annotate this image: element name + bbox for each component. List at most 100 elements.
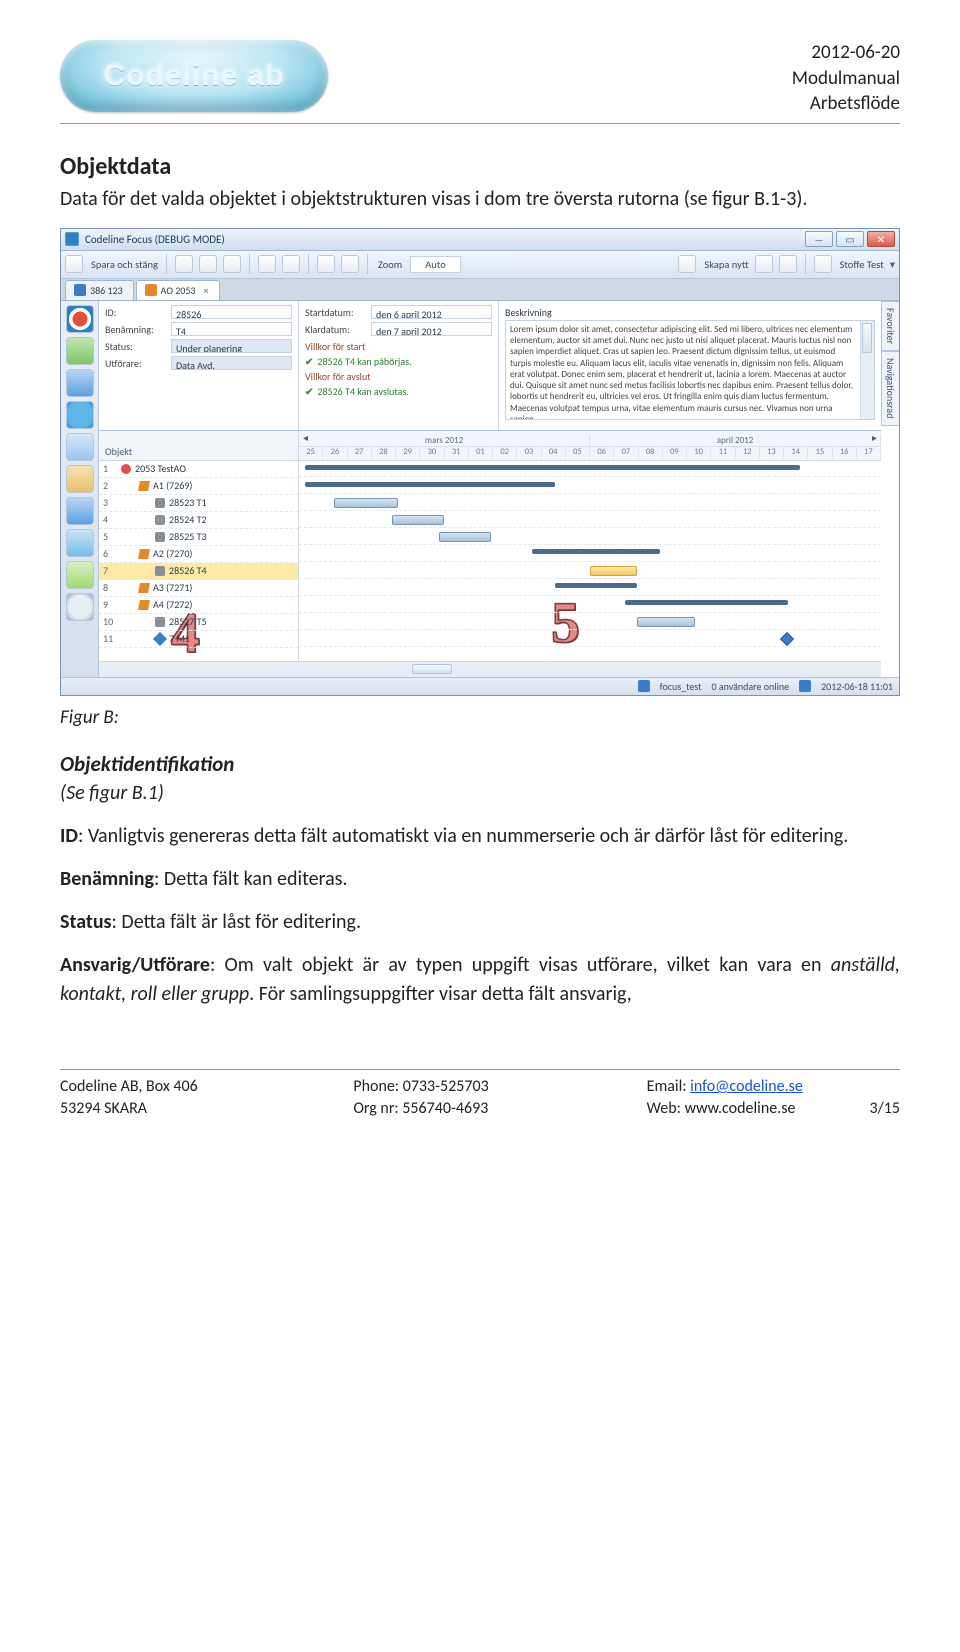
user-icon[interactable]: [814, 255, 832, 273]
scrollbar[interactable]: [860, 321, 874, 419]
skapa-nytt-label[interactable]: Skapa nytt: [704, 258, 748, 271]
user-menu-chevron-icon[interactable]: ▾: [890, 258, 895, 271]
collapse-icon[interactable]: [341, 255, 359, 273]
new-icon[interactable]: [678, 255, 696, 273]
tree-item-icon: [155, 617, 165, 627]
id-field[interactable]: 28526: [171, 305, 292, 319]
note-icon[interactable]: [66, 465, 94, 493]
utf-label: Utförare:: [105, 356, 171, 371]
user-name[interactable]: Stoffe Test: [840, 258, 884, 271]
benamning-field[interactable]: T4: [171, 322, 292, 336]
refresh-icon[interactable]: [66, 305, 94, 333]
tree-row[interactable]: 12053 TestAO: [99, 461, 298, 478]
gantt-summary-bar[interactable]: [532, 549, 660, 554]
condition-row: ✔28526 T4 kan påbörjas.: [305, 354, 492, 369]
beskrivning-text: Lorem ipsum dolor sit amet, consectetur …: [510, 324, 853, 420]
scrollbar-thumb[interactable]: [412, 664, 452, 674]
tab-386123[interactable]: 386 123: [65, 280, 134, 300]
day-header: 03: [517, 447, 541, 460]
gantt-milestone[interactable]: [780, 632, 794, 646]
tool-icon[interactable]: [258, 255, 276, 273]
gantt-bar[interactable]: [392, 515, 444, 525]
utforare-field[interactable]: Data Avd.: [171, 356, 292, 370]
tree-item-label: A2 (7270): [153, 547, 192, 560]
gantt-bar-selected[interactable]: [590, 566, 637, 576]
minimize-button[interactable]: —: [805, 231, 833, 247]
day-header: 12: [736, 447, 760, 460]
gantt-summary-bar[interactable]: [305, 465, 800, 470]
start-field[interactable]: den 6 april 2012: [371, 305, 492, 319]
tab-close-icon[interactable]: ×: [204, 284, 209, 297]
module-icon[interactable]: [66, 369, 94, 397]
tree-row[interactable]: 428524 T2: [99, 512, 298, 529]
footer-email-link[interactable]: info@codeline.se: [690, 1077, 803, 1096]
tab-ao2053[interactable]: AO 2053 ×: [136, 280, 220, 300]
maximize-button[interactable]: ▭: [836, 231, 864, 247]
beskrivning-textarea[interactable]: Lorem ipsum dolor sit amet, consectetur …: [505, 320, 875, 420]
save-icon[interactable]: [65, 255, 83, 273]
disk-icon[interactable]: [199, 255, 217, 273]
villkor-start-label: Villkor för start: [305, 339, 492, 354]
horizontal-scrollbar[interactable]: [99, 661, 881, 677]
window-title: Codeline Focus (DEBUG MODE): [85, 233, 805, 246]
gantt-bar[interactable]: [439, 532, 491, 542]
tree-row[interactable]: 328523 T1: [99, 495, 298, 512]
right-tab-navigation[interactable]: Navigationsrad: [881, 351, 899, 425]
key-icon[interactable]: [282, 255, 300, 273]
tree-row[interactable]: 117 M1: [99, 631, 298, 648]
disk-multi-icon[interactable]: [223, 255, 241, 273]
day-header: 02: [493, 447, 517, 460]
expand-icon[interactable]: [317, 255, 335, 273]
day-header: 11: [711, 447, 735, 460]
id-label: ID:: [105, 305, 171, 320]
tree-row[interactable]: 728526 T4: [99, 563, 298, 580]
person-icon[interactable]: [66, 433, 94, 461]
gantt-bar[interactable]: [637, 617, 695, 627]
tree-row[interactable]: 1028527 T5: [99, 614, 298, 631]
tree-header: Objekt: [99, 431, 298, 461]
recycle-icon[interactable]: [66, 401, 94, 429]
separator: [249, 254, 250, 274]
cart-icon[interactable]: [66, 529, 94, 557]
separator: [367, 254, 368, 274]
klar-label: Klardatum:: [305, 322, 371, 337]
beskrivning-label: Beskrivning: [505, 305, 875, 320]
people-icon[interactable]: [755, 255, 773, 273]
document-meta: 2012-06-20 Modulmanual Arbetsflöde: [792, 40, 900, 117]
zoom-value[interactable]: Auto: [410, 256, 461, 273]
tree-row[interactable]: 6A2 (7270): [99, 546, 298, 563]
day-header: 06: [590, 447, 614, 460]
module-icon[interactable]: [66, 497, 94, 525]
benamning-label-strong: Benämning: [60, 867, 154, 891]
tree-row[interactable]: 8A3 (7271): [99, 580, 298, 597]
separator: [308, 254, 309, 274]
money-icon[interactable]: [66, 561, 94, 589]
scrollbar-thumb[interactable]: [862, 323, 872, 353]
tab-icon: [74, 284, 86, 296]
tree-item-icon: [155, 532, 165, 542]
footer-org: 556740-4693: [402, 1099, 488, 1118]
day-header: 05: [566, 447, 590, 460]
titlebar: Codeline Focus (DEBUG MODE) — ▭ ✕: [61, 229, 899, 251]
gantt-summary-bar[interactable]: [305, 482, 555, 487]
tree-row[interactable]: 2A1 (7269): [99, 478, 298, 495]
clock-icon[interactable]: [66, 593, 94, 621]
condition-row: ✔28526 T4 kan avslutas.: [305, 384, 492, 399]
save-close-label[interactable]: Spara och stäng: [91, 258, 158, 271]
search-icon[interactable]: [779, 255, 797, 273]
klar-field[interactable]: den 7 april 2012: [371, 322, 492, 336]
tree-row[interactable]: 9A4 (7272): [99, 597, 298, 614]
gantt-bar[interactable]: [334, 498, 398, 508]
brush-icon[interactable]: [175, 255, 193, 273]
status-field[interactable]: Under planering: [171, 339, 292, 353]
tree-row[interactable]: 528525 T3: [99, 529, 298, 546]
right-tab-favoriter[interactable]: Favoriter: [881, 301, 899, 351]
day-header: 17: [857, 447, 881, 460]
tab-label: 386 123: [90, 284, 123, 297]
document-tabs: 386 123 AO 2053 ×: [61, 279, 899, 301]
gantt-summary-bar[interactable]: [625, 600, 788, 605]
close-button[interactable]: ✕: [867, 231, 895, 247]
app-icon: [65, 232, 79, 246]
module-icon[interactable]: [66, 337, 94, 365]
gantt-summary-bar[interactable]: [555, 583, 636, 588]
